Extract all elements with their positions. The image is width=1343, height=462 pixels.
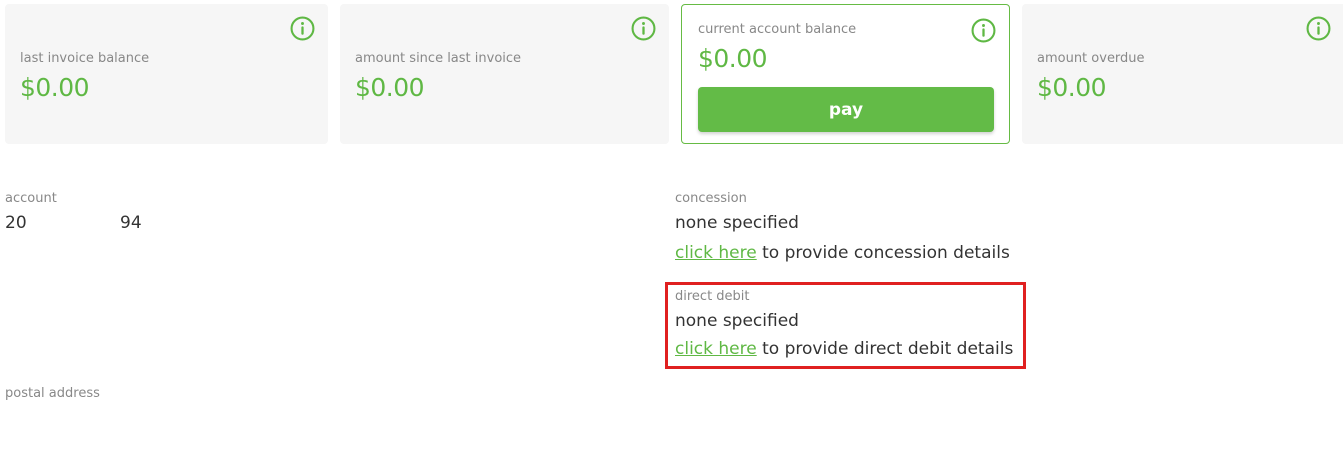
current-account-balance-card: current account balance $0.00 pay <box>681 4 1010 144</box>
last-invoice-balance-card: last invoice balance $0.00 <box>5 4 328 144</box>
account-number-part1: 20 <box>5 213 27 233</box>
direct-debit-label: direct debit <box>675 289 750 304</box>
card-value: $0.00 <box>1037 73 1107 102</box>
concession-link-line: click here to provide concession details <box>675 243 1010 263</box>
card-value: $0.00 <box>355 73 425 102</box>
info-icon[interactable] <box>631 16 656 41</box>
direct-debit-link-line: click here to provide direct debit detai… <box>675 339 1013 359</box>
card-label: amount since last invoice <box>355 51 522 66</box>
pay-button[interactable]: pay <box>698 87 994 132</box>
concession-details-link[interactable]: click here <box>675 243 757 263</box>
card-label: last invoice balance <box>20 51 150 66</box>
info-icon[interactable] <box>1306 16 1331 41</box>
direct-debit-value: none specified <box>675 311 799 331</box>
postal-address-label: postal address <box>5 386 100 401</box>
card-value: $0.00 <box>698 44 768 73</box>
account-label: account <box>5 191 57 206</box>
concession-label: concession <box>675 191 747 206</box>
card-label: amount overdue <box>1037 51 1145 66</box>
info-icon[interactable] <box>290 16 315 41</box>
amount-overdue-card: amount overdue $0.00 <box>1022 4 1343 144</box>
direct-debit-link-suffix: to provide direct debit details <box>756 339 1014 359</box>
info-icon[interactable] <box>971 18 996 43</box>
direct-debit-details-link[interactable]: click here <box>675 339 757 359</box>
account-number-part2: 94 <box>120 213 142 233</box>
concession-link-suffix: to provide concession details <box>756 243 1010 263</box>
card-value: $0.00 <box>20 73 90 102</box>
card-label: current account balance <box>698 22 857 37</box>
concession-value: none specified <box>675 213 799 233</box>
amount-since-last-invoice-card: amount since last invoice $0.00 <box>340 4 669 144</box>
